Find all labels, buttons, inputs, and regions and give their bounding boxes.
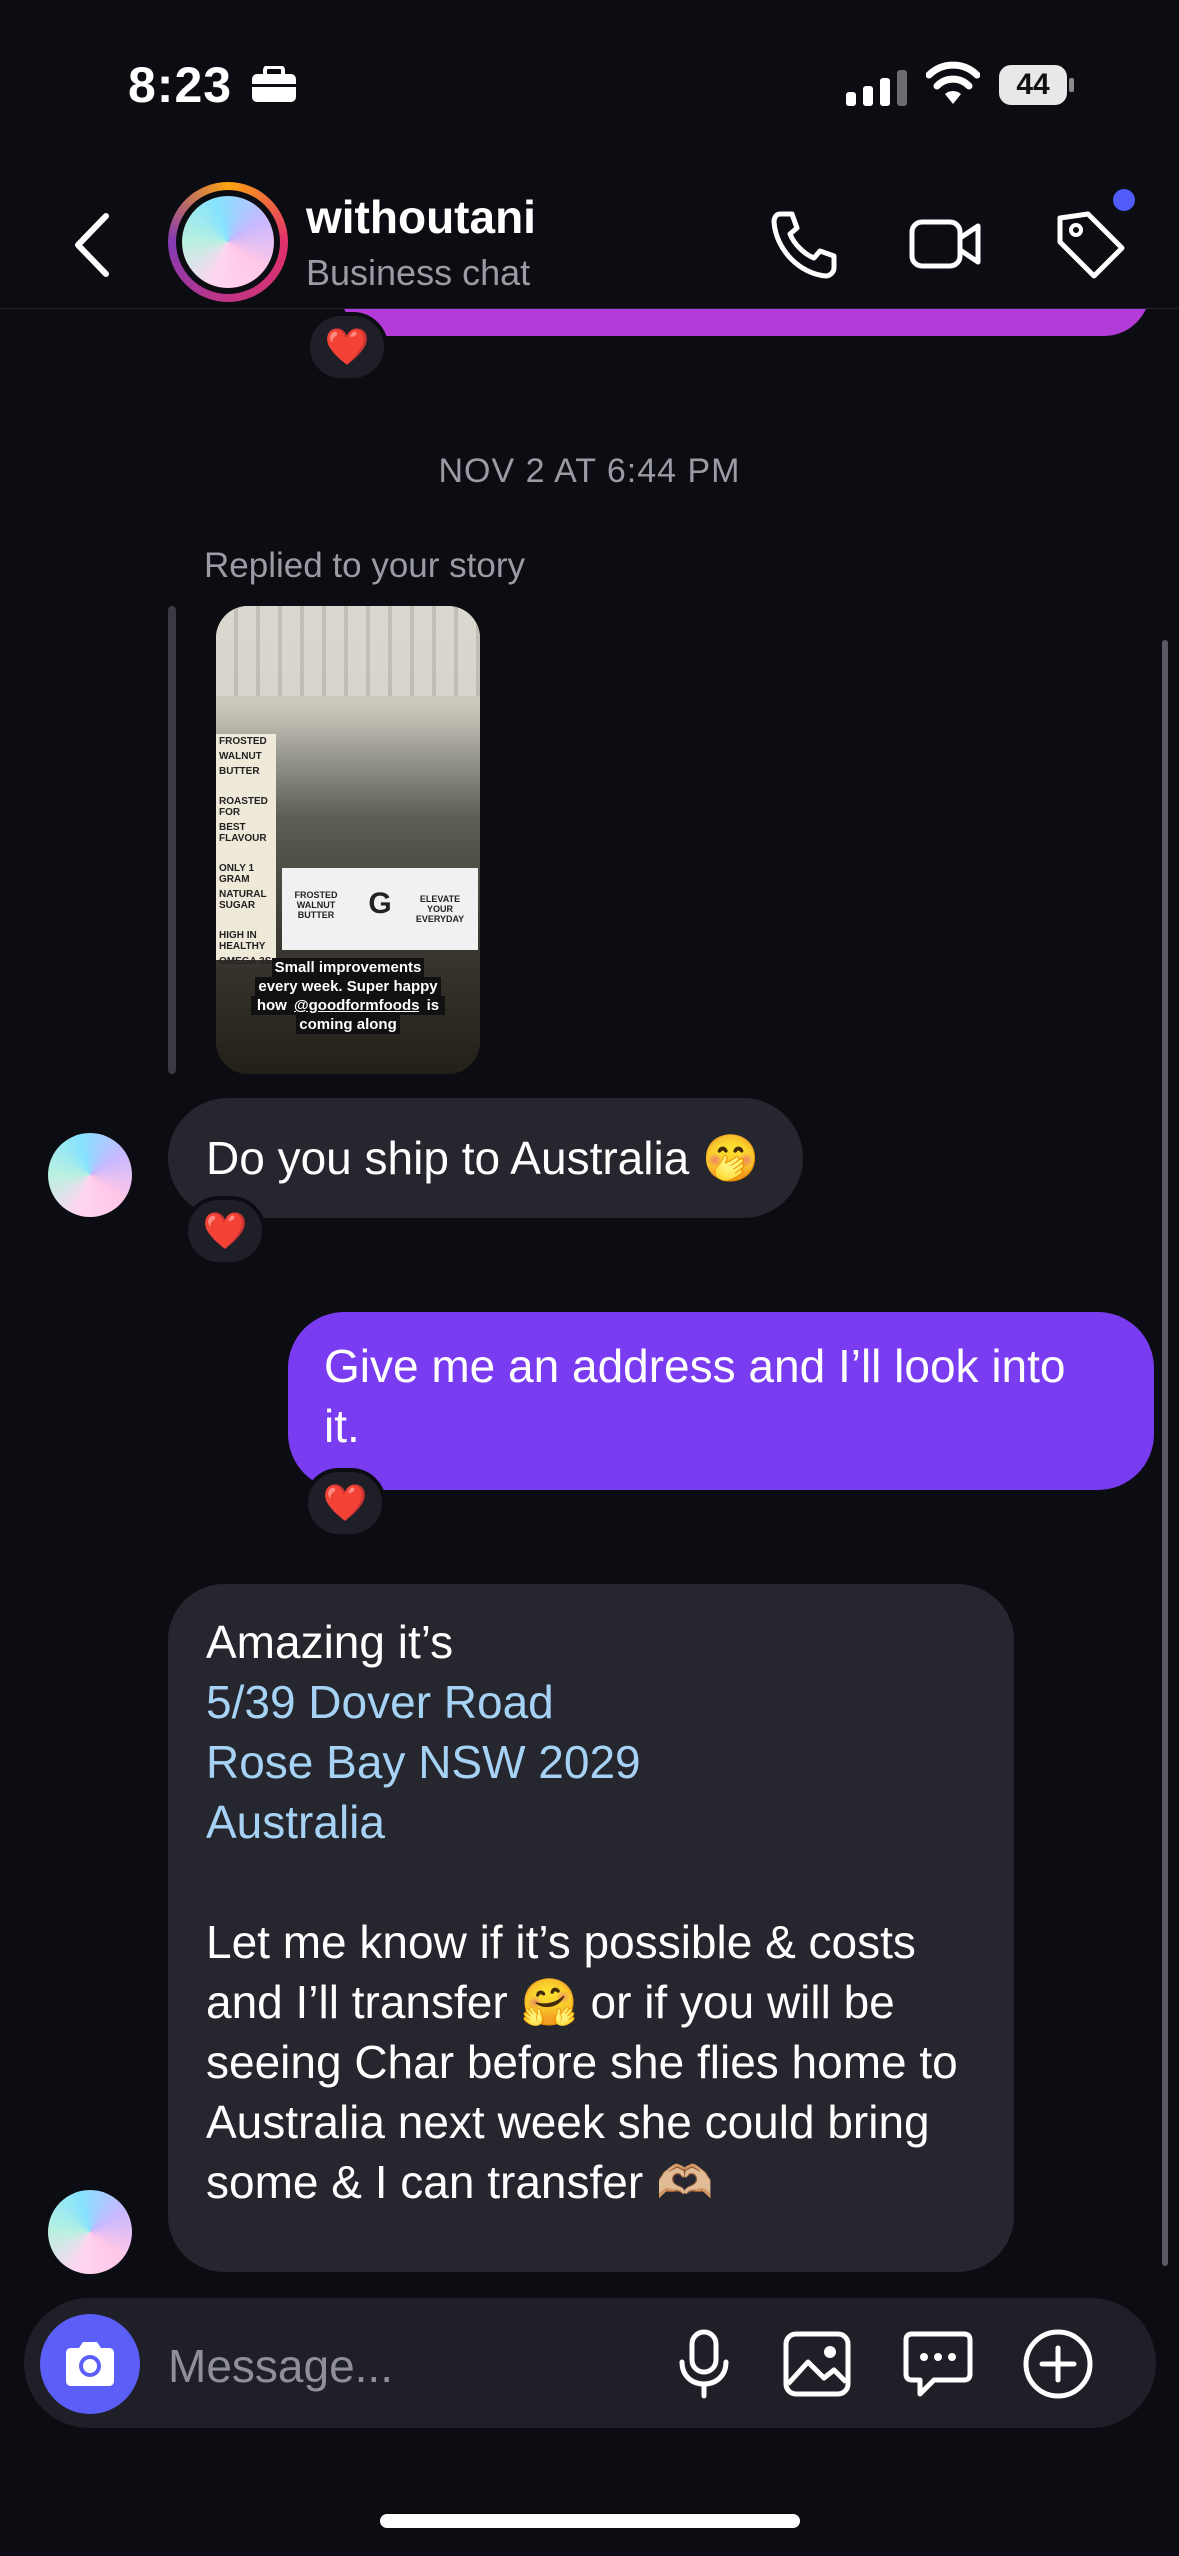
reply-quote-bar xyxy=(168,606,176,1074)
notification-dot xyxy=(1113,189,1135,211)
reaction-heart[interactable]: ❤️ xyxy=(306,312,388,382)
incoming-message[interactable]: Amazing it’s 5/39 Dover Road Rose Bay NS… xyxy=(168,1584,1014,2272)
video-icon[interactable] xyxy=(908,206,984,282)
story-table-banner: FROSTED WALNUT BUTTER G ELEVATE YOUR EVE… xyxy=(282,868,478,950)
camera-button[interactable] xyxy=(40,2314,140,2414)
contact-name[interactable]: withoutani xyxy=(306,190,536,244)
scrollbar[interactable] xyxy=(1162,640,1168,2266)
message-body: Let me know if it’s possible & costs and… xyxy=(206,1916,958,2208)
contact-subtitle: Business chat xyxy=(306,252,531,293)
story-caption: Small improvements every week. Super hap… xyxy=(216,958,480,1034)
poster-line: HIGH IN HEALTHY xyxy=(219,930,266,952)
reaction-heart[interactable]: ❤️ xyxy=(304,1468,386,1538)
phone-icon[interactable] xyxy=(766,206,842,282)
incoming-message[interactable]: Do you ship to Australia 🤭 xyxy=(168,1098,804,1218)
home-indicator[interactable] xyxy=(380,2514,800,2528)
story-thumbnail[interactable]: FROSTED WALNUT BUTTER ROASTED FOR BEST FLAV… xyxy=(216,606,480,1074)
battery-level: 44 xyxy=(1016,68,1050,101)
poster-line xyxy=(216,913,276,928)
avatar[interactable] xyxy=(182,196,274,288)
mic-icon[interactable] xyxy=(666,2326,742,2402)
sticker-icon[interactable] xyxy=(900,2326,976,2402)
camera-icon xyxy=(66,2342,114,2386)
poster-line: FROSTED xyxy=(219,736,267,747)
outgoing-message[interactable]: Give me an address and I’ll look into it… xyxy=(288,1312,1154,1490)
poster-line: ROASTED FOR xyxy=(219,796,268,818)
message-input[interactable] xyxy=(166,2330,650,2402)
poster-line xyxy=(216,779,276,794)
address-link[interactable]: Rose Bay NSW 2029 xyxy=(206,1732,974,1792)
wifi-icon xyxy=(926,61,980,104)
poster-line: BUTTER xyxy=(219,766,260,777)
briefcase-icon xyxy=(252,66,296,102)
back-icon[interactable] xyxy=(70,210,116,280)
poster-line: BEST FLAVOUR xyxy=(219,822,267,844)
poster-line: NATURAL SUGAR xyxy=(219,889,267,911)
story-poster: FROSTED WALNUT BUTTER ROASTED FOR BEST FLAV… xyxy=(216,734,276,967)
avatar[interactable] xyxy=(48,2190,132,2274)
battery-indicator: 44 xyxy=(998,64,1076,106)
signal-icon xyxy=(846,66,907,106)
thread-timestamp: NOV 2 AT 6:44 PM xyxy=(438,452,741,490)
poster-line xyxy=(216,846,276,861)
address-link[interactable]: Australia xyxy=(206,1792,974,1852)
tag-icon[interactable] xyxy=(1052,206,1128,282)
poster-line: WALNUT xyxy=(219,751,262,762)
poster-line: ONLY 1 GRAM xyxy=(219,863,255,885)
message-line: Amazing it’s xyxy=(206,1616,454,1668)
reaction-heart[interactable]: ❤️ xyxy=(184,1196,266,1266)
address-link[interactable]: 5/39 Dover Road xyxy=(206,1672,974,1732)
image-icon[interactable] xyxy=(780,2326,856,2402)
plus-icon[interactable] xyxy=(1020,2326,1096,2402)
avatar[interactable] xyxy=(48,1133,132,1217)
status-time: 8:23 xyxy=(128,57,233,113)
header-divider xyxy=(0,308,1179,309)
story-reply-label: Replied to your story xyxy=(204,546,525,585)
